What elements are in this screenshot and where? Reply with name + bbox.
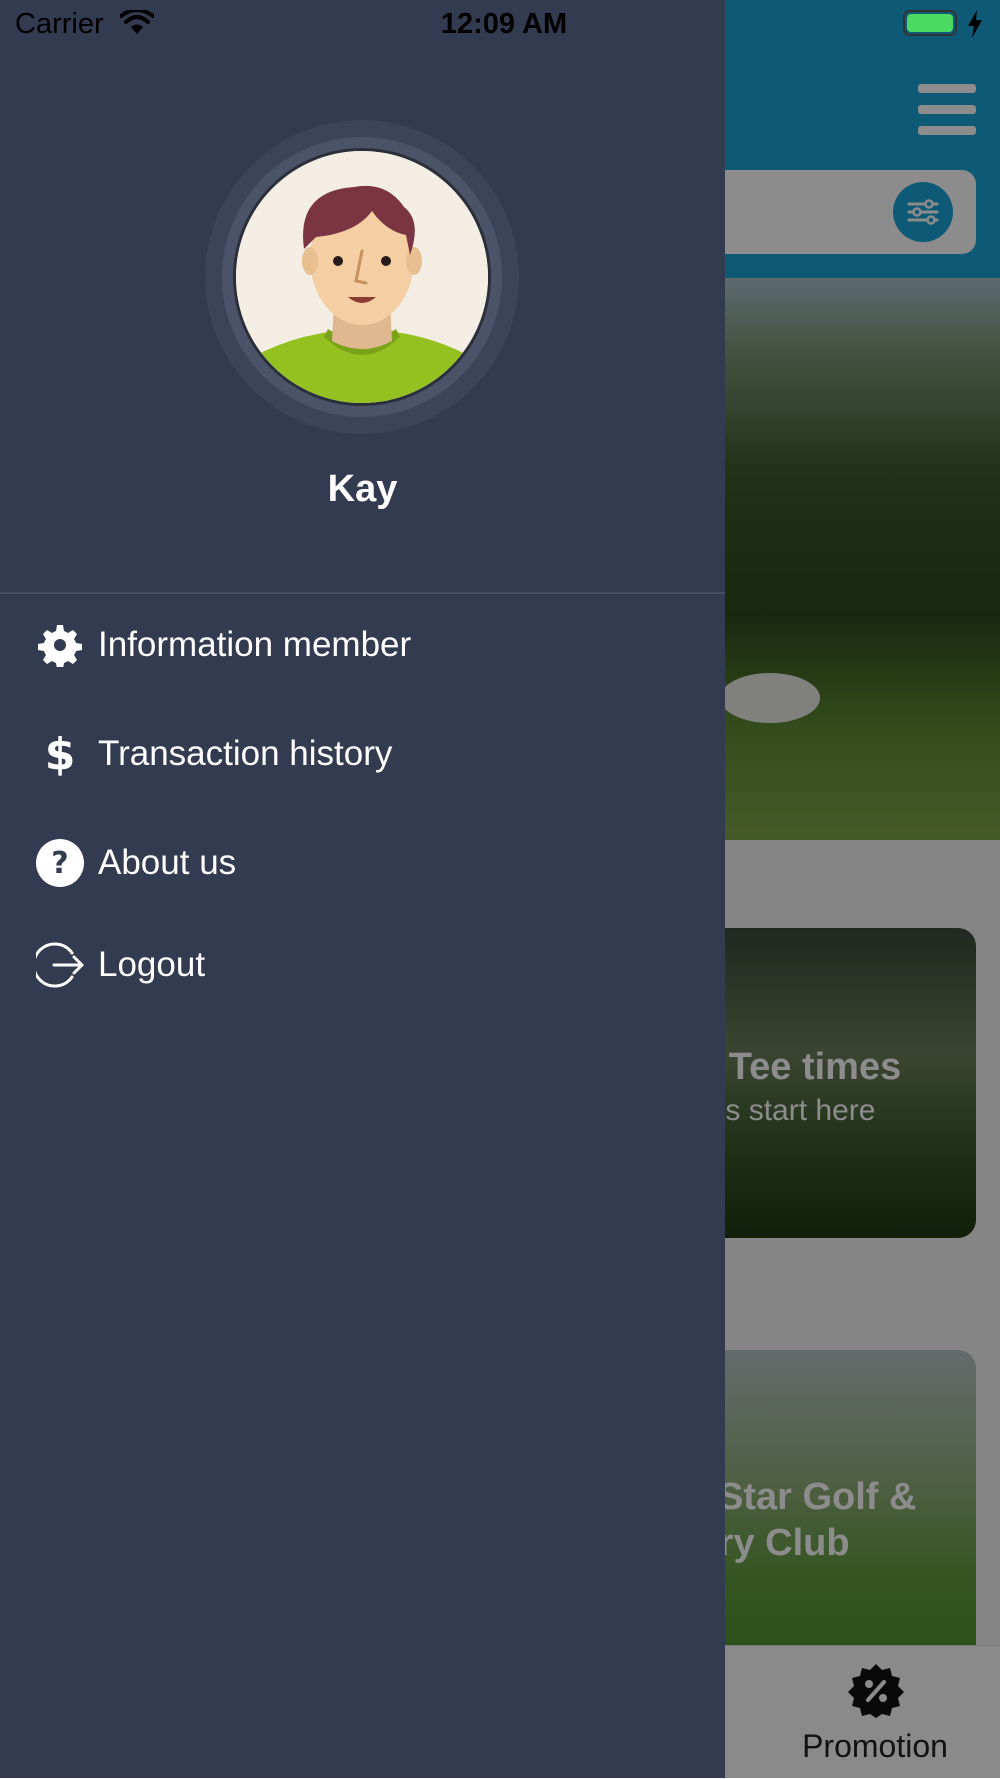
menu-item-about-us[interactable]: ? About us — [0, 823, 725, 903]
battery-icon — [903, 10, 957, 36]
menu-label: About us — [98, 843, 237, 882]
menu-item-transaction-history[interactable]: $ Transaction history — [0, 714, 725, 794]
status-time: 12:09 AM — [440, 8, 568, 40]
gear-icon — [35, 620, 85, 670]
avatar[interactable] — [233, 148, 491, 406]
divider — [0, 592, 725, 594]
user-name: Kay — [327, 468, 398, 510]
svg-text:?: ? — [51, 846, 68, 881]
dollar-icon: $ — [44, 728, 76, 780]
menu-item-information-member[interactable]: Information member — [0, 605, 725, 685]
menu-item-logout[interactable]: Logout — [0, 925, 725, 1005]
charging-bolt-icon — [968, 10, 982, 38]
side-drawer: Kay Information member $ Transaction his… — [0, 0, 725, 1778]
question-circle-icon: ? — [35, 838, 85, 888]
logout-icon — [35, 940, 85, 990]
menu-label: Logout — [98, 945, 206, 984]
menu-label: Information member — [98, 625, 412, 664]
user-avatar-icon — [236, 151, 488, 403]
menu-label: Transaction history — [98, 734, 393, 773]
status-bar: Carrier 12:09 AM — [0, 0, 1000, 50]
